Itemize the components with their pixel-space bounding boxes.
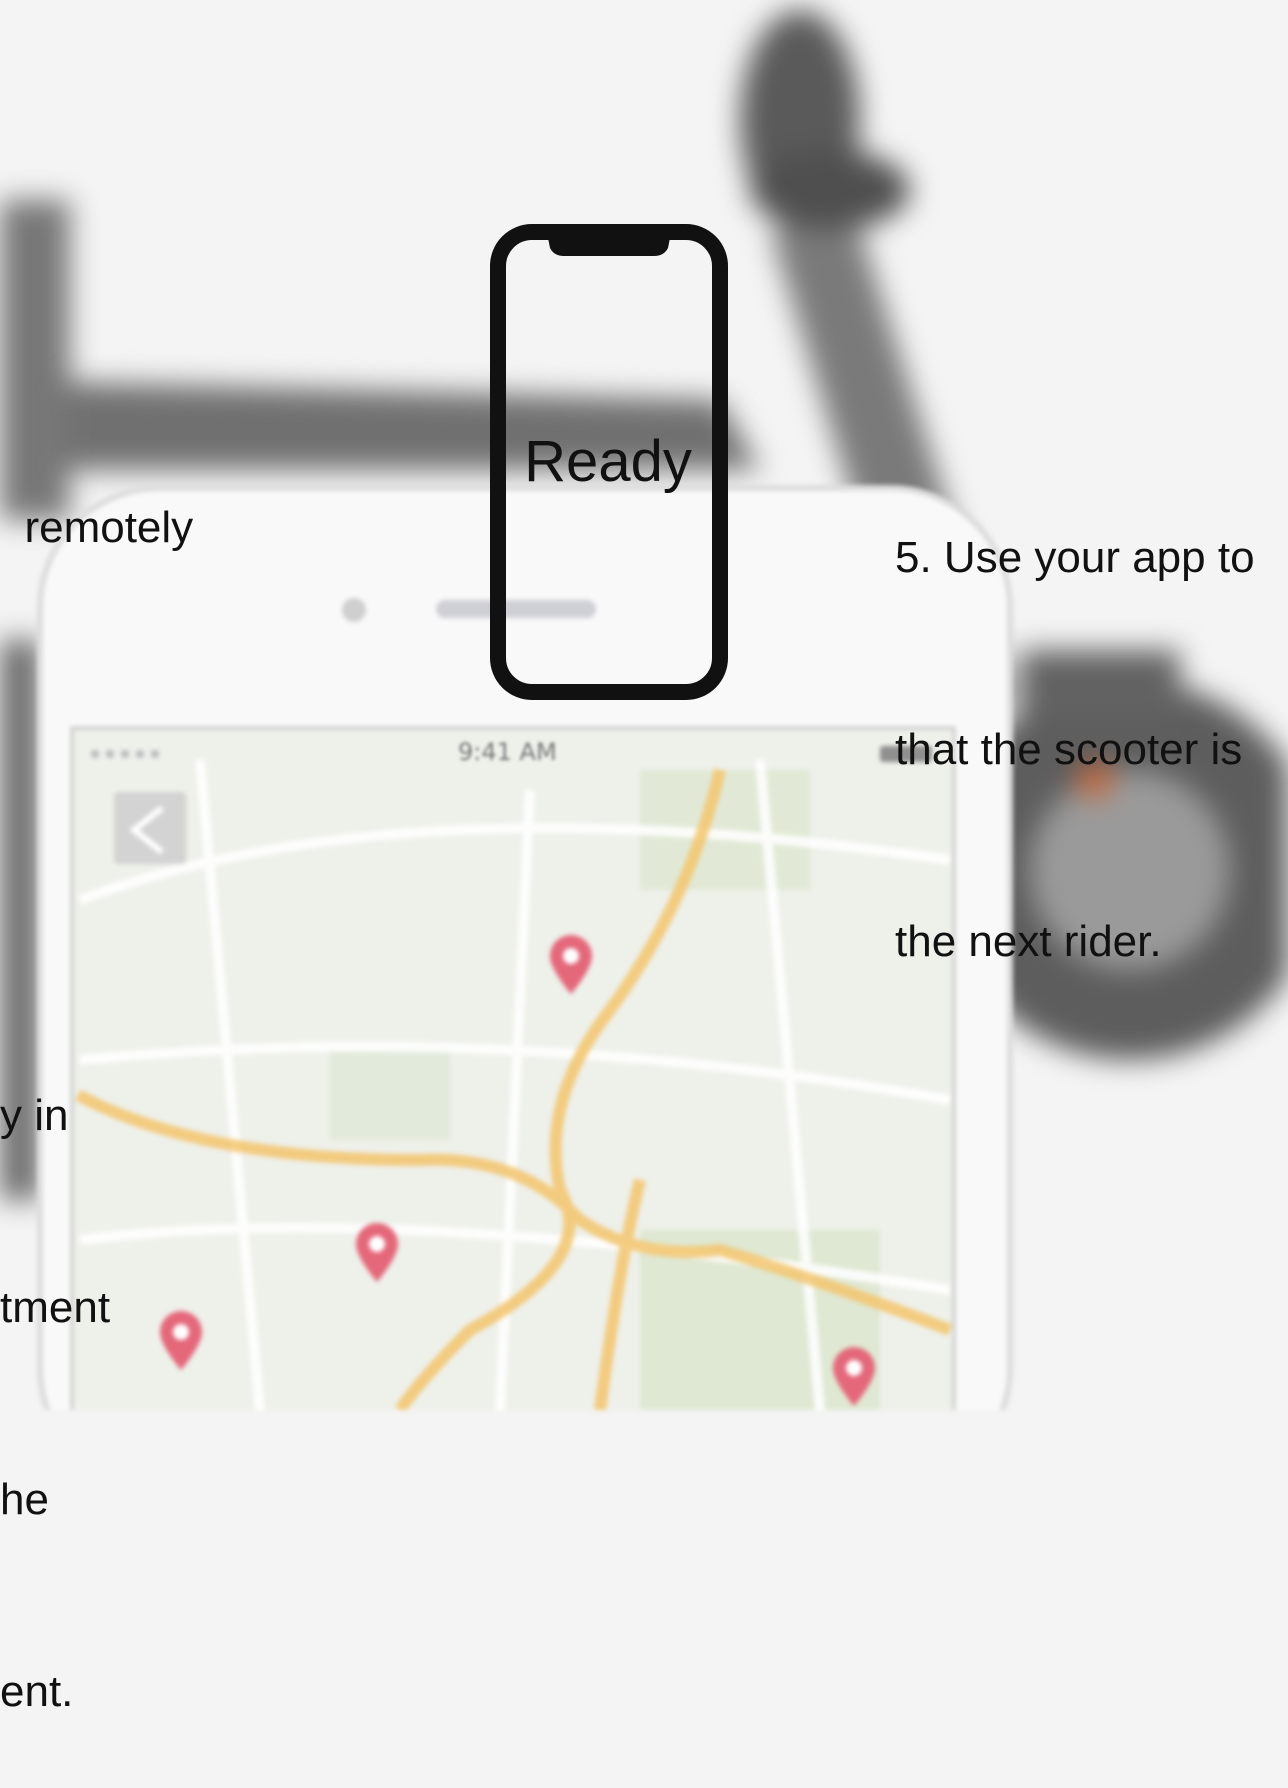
left-text-line: tment [0, 1283, 111, 1332]
left-text-line: y in [0, 1091, 69, 1140]
right-text: 5. Use your app to that the scooter is t… [895, 398, 1255, 1038]
right-text-line: that the scooter is [895, 725, 1243, 774]
phone-notch [546, 228, 672, 256]
left-text-line: he [0, 1475, 49, 1524]
right-text-line: 5. Use your app to [895, 533, 1255, 582]
right-text-line: the next rider. [895, 917, 1162, 966]
left-text-line: remotely [24, 503, 194, 552]
back-button [114, 792, 186, 864]
camera-dot [342, 598, 366, 622]
left-text-line: ent. [0, 1667, 74, 1716]
ready-label: Ready [524, 429, 692, 494]
status-time: 9:41 AM [458, 738, 557, 766]
left-text-bottom: y in tment he ent. [0, 956, 110, 1788]
map-screen [70, 726, 956, 1410]
left-text-top: remotely [0, 432, 193, 560]
